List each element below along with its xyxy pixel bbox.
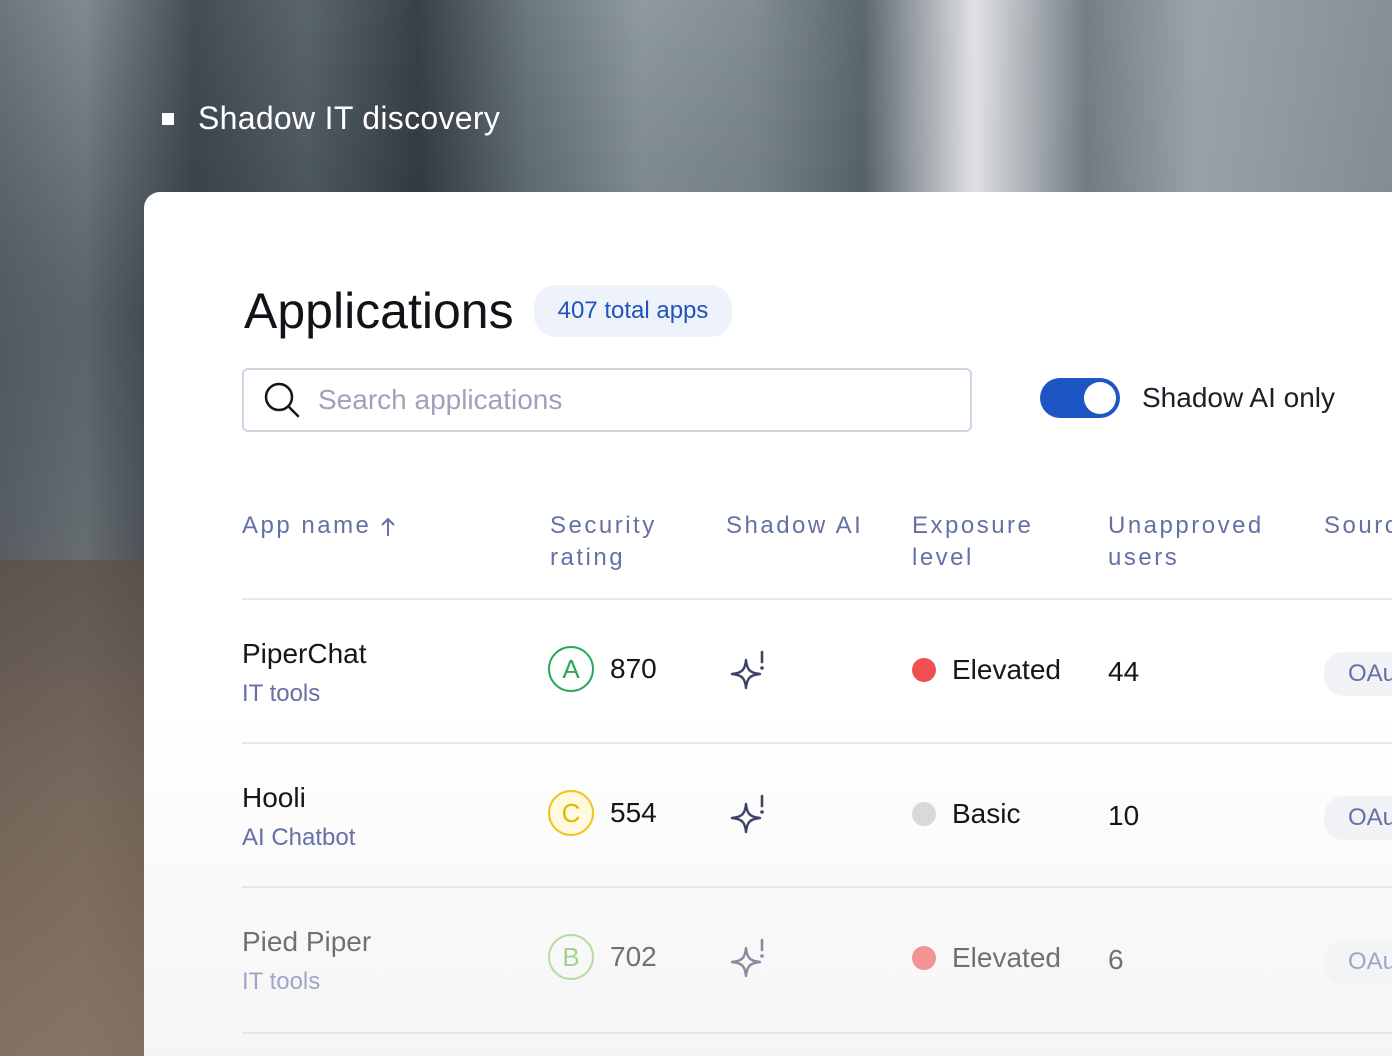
toggle-label: Shadow AI only xyxy=(1142,382,1336,413)
grade-badge: B xyxy=(548,934,594,980)
shadow-ai-filter: Shadow AI only xyxy=(1040,378,1335,418)
total-apps-badge: 407 total apps xyxy=(533,285,733,337)
security-rating: B 702 xyxy=(548,934,657,980)
security-score: 702 xyxy=(610,941,657,972)
arrow-up-icon xyxy=(381,517,396,536)
exposure-level: Elevated xyxy=(912,942,1061,974)
unapproved-users-count: 44 xyxy=(1108,656,1140,687)
column-header-exposure-level[interactable]: Exposure level xyxy=(912,510,1062,574)
app-name: PiperChat xyxy=(242,638,367,669)
source-badge: OAu xyxy=(1324,940,1392,984)
exposure-text: Elevated xyxy=(952,942,1061,973)
sparkle-alert-icon xyxy=(730,794,764,834)
table-row[interactable]: Hooli AI Chatbot C 554 Basic 10 OAu xyxy=(242,742,1392,888)
app-category: IT tools xyxy=(242,968,321,995)
bullet-square-icon xyxy=(162,112,174,125)
search-input[interactable] xyxy=(316,383,940,417)
security-score: 870 xyxy=(610,653,657,684)
grade-badge: C xyxy=(548,790,594,836)
table-header: App name Security rating Shadow AI Expos… xyxy=(242,510,1392,598)
column-header-security-rating[interactable]: Security rating xyxy=(550,510,700,574)
app-name: Pied Piper xyxy=(242,926,372,957)
exposure-dot xyxy=(912,658,936,682)
search-icon xyxy=(264,382,300,418)
app-category: AI Chatbot xyxy=(242,824,356,851)
column-header-source[interactable]: Sourc xyxy=(1324,510,1392,542)
security-rating: A 870 xyxy=(548,646,657,692)
toggle-knob xyxy=(1084,382,1116,414)
source-badge: OAu xyxy=(1324,652,1392,696)
source-badge: OAu xyxy=(1324,796,1392,840)
background-photo: Shadow IT discovery Applications 407 tot… xyxy=(0,0,1392,1056)
exposure-level: Basic xyxy=(912,798,1020,830)
column-label: App name xyxy=(242,512,372,539)
unapproved-users-count: 6 xyxy=(1108,944,1124,975)
eyebrow: Shadow IT discovery xyxy=(162,100,500,137)
page-header: Applications 407 total apps xyxy=(244,282,733,340)
column-header-unapproved-users[interactable]: Unapproved users xyxy=(1108,510,1288,574)
exposure-level: Elevated xyxy=(912,654,1061,686)
applications-panel: Applications 407 total apps Shadow AI on… xyxy=(144,192,1392,1056)
unapproved-users-count: 10 xyxy=(1108,800,1140,831)
exposure-text: Elevated xyxy=(952,654,1061,685)
app-category: IT tools xyxy=(242,680,321,707)
search-field[interactable] xyxy=(242,368,972,432)
app-name: Hooli xyxy=(242,782,306,813)
table-row[interactable]: Pied Piper IT tools B 702 Elevated 6 OAu xyxy=(242,886,1392,1034)
shadow-ai-toggle[interactable] xyxy=(1040,378,1120,418)
exposure-dot xyxy=(912,946,936,970)
page-title: Applications xyxy=(244,283,514,339)
table-row[interactable]: PiperChat IT tools A 870 Elevated 44 OAu xyxy=(242,598,1392,744)
sparkle-alert-icon xyxy=(730,938,764,978)
grade-badge: A xyxy=(548,646,594,692)
exposure-dot xyxy=(912,802,936,826)
security-rating: C 554 xyxy=(548,790,657,836)
security-score: 554 xyxy=(610,797,657,828)
exposure-text: Basic xyxy=(952,798,1021,829)
sparkle-alert-icon xyxy=(730,650,764,690)
column-header-shadow-ai[interactable]: Shadow AI xyxy=(726,510,863,542)
eyebrow-label: Shadow IT discovery xyxy=(198,100,501,136)
column-header-app-name[interactable]: App name xyxy=(242,510,397,542)
